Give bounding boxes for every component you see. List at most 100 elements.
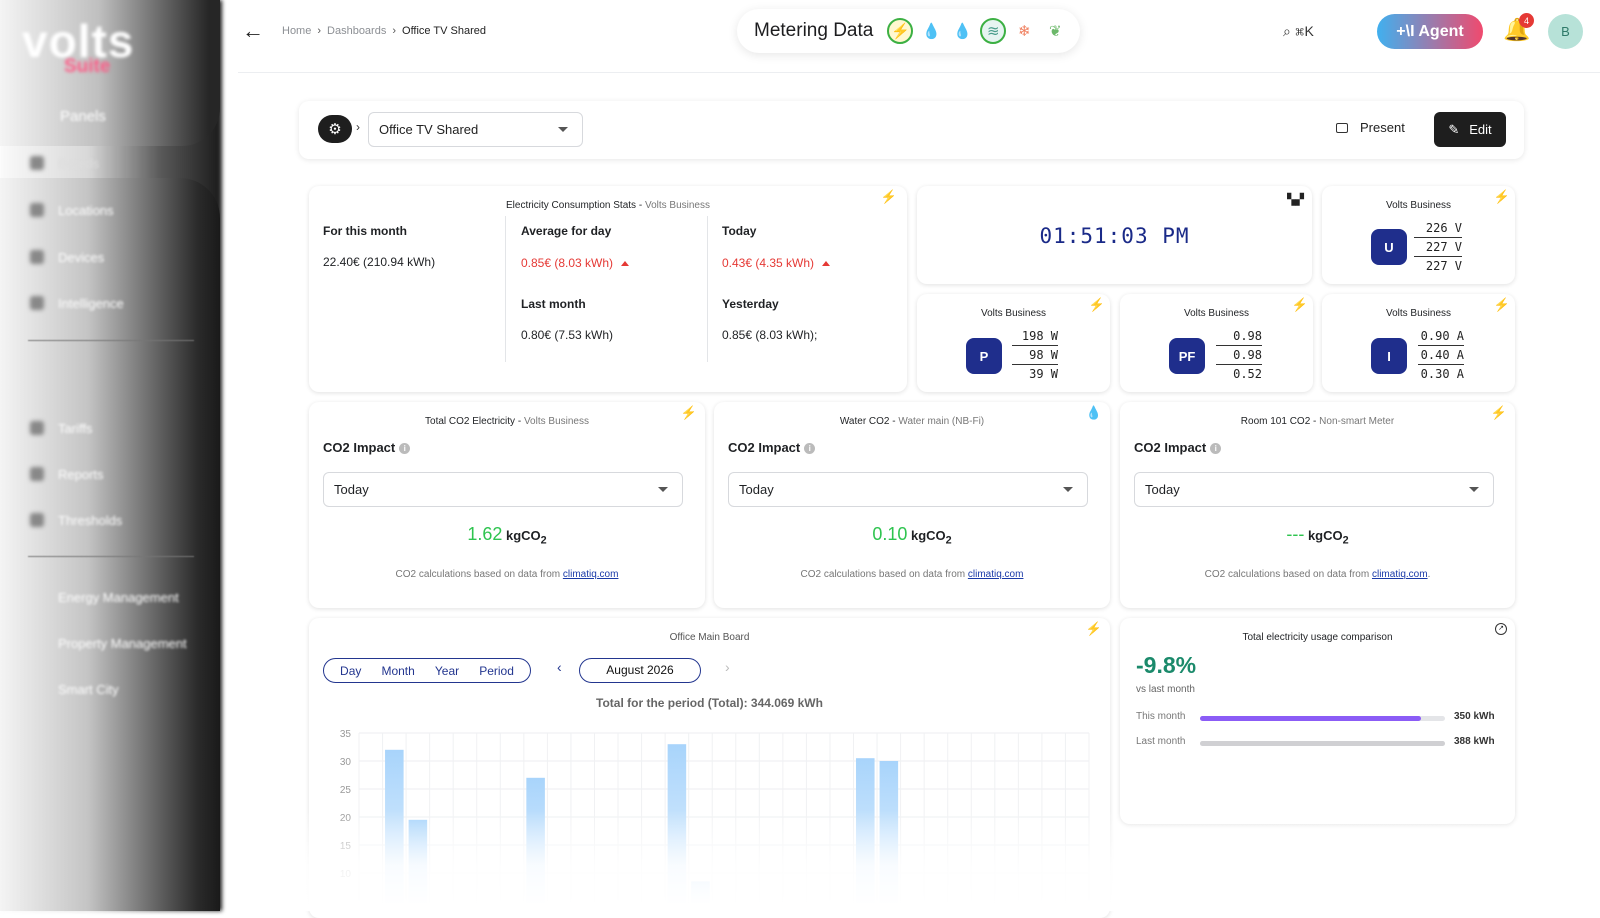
card-source: Volts Business	[1183, 308, 1250, 319]
co2-unit-sub: 2	[540, 534, 547, 547]
last-month-track	[1200, 741, 1445, 746]
usage-comparison-card: Total electricity usage comparison ↗ -9.…	[1120, 618, 1515, 824]
climatiq-link[interactable]: climatiq.com	[563, 569, 619, 580]
period-picker[interactable]: August 2026	[579, 658, 701, 683]
chart-bar	[385, 749, 404, 903]
chart-bar	[856, 758, 875, 903]
stat-label-month: For this month	[323, 224, 407, 238]
phase-value: 0.90 A	[1418, 327, 1464, 346]
info-icon[interactable]: i	[804, 443, 816, 455]
sidebar-item-energy-management[interactable]: Energy Management	[58, 590, 179, 605]
water-drop-icon[interactable]: 💧	[918, 18, 944, 44]
period-select[interactable]: Today	[1134, 472, 1494, 507]
heating-icon[interactable]: ≋	[980, 18, 1007, 44]
sidebar-item-thresholds[interactable]: Thresholds	[58, 513, 122, 528]
device-icon	[30, 250, 44, 264]
co2-room-card: Room 101 CO2 - Non-smart Meter ⚡ CO2 Imp…	[1120, 402, 1515, 608]
chart-bar	[691, 881, 710, 903]
card-title: Room 101 CO2 - Non-smart Meter	[1240, 416, 1395, 427]
co2-impact-text: CO2 Impact	[323, 440, 396, 455]
office-main-board-card: Office Main Board ⚡ Day Month Year Perio…	[309, 618, 1110, 918]
co2-impact-text: CO2 Impact	[1134, 440, 1207, 455]
sidebar-item-panels[interactable]: Panels	[60, 108, 106, 125]
phase-value: 0.40 A	[1418, 346, 1464, 365]
co2-number: 1.62	[467, 524, 503, 544]
back-arrow-icon[interactable]: ←	[242, 18, 264, 44]
avatar[interactable]: B	[1548, 14, 1583, 49]
tab-month[interactable]: Month	[381, 664, 414, 678]
stat-value-avg-day: 0.85€ (8.03 kWh)	[521, 256, 630, 270]
chart-bar	[879, 761, 899, 903]
tab-year[interactable]: Year	[435, 664, 459, 678]
sidebar-item-smart-city[interactable]: Smart City	[58, 682, 119, 697]
boards-icon	[30, 156, 44, 170]
card-source: Non-smart Meter	[1319, 416, 1395, 427]
card-source: Volts Business	[980, 308, 1047, 319]
phase-value: 0.98	[1216, 346, 1262, 365]
agent-button[interactable]: +\I Agent	[1377, 14, 1483, 49]
last-month-row: Last month	[1136, 736, 1185, 747]
co2-unit-sub: 2	[1342, 534, 1349, 547]
temperature-icon[interactable]: ❄	[1011, 18, 1037, 44]
sidebar-item-boards[interactable]: Boards	[58, 156, 99, 171]
co2-number: 0.10	[872, 524, 908, 544]
co2-note-text: CO2 calculations based on data from	[800, 569, 966, 580]
phase-value: 226 V	[1414, 219, 1462, 238]
power-factor-tile: PF	[1169, 338, 1205, 374]
app-logo-sub: Suite	[64, 56, 111, 77]
clock-time: 01:51:03 PM	[1039, 224, 1190, 248]
card-title-text: Water CO2	[839, 416, 890, 427]
dashboard-select[interactable]: Office TV Shared	[368, 112, 583, 147]
power-tile: P	[966, 338, 1002, 374]
eco-leaf-icon[interactable]: ❦	[1042, 18, 1068, 44]
info-icon[interactable]: i	[1210, 443, 1222, 455]
stat-label-last-month: Last month	[521, 297, 586, 311]
breadcrumb-dashboards[interactable]: Dashboards	[327, 25, 386, 37]
search-button[interactable]: ⌕ ⌘K	[1283, 23, 1314, 40]
tab-period[interactable]: Period	[479, 664, 514, 678]
sidebar-item-devices[interactable]: Devices	[58, 250, 104, 265]
sidebar-item-tariffs[interactable]: Tariffs	[58, 421, 92, 436]
present-button[interactable]: Present	[1336, 120, 1405, 135]
climatiq-link[interactable]: climatiq.com	[1372, 569, 1428, 580]
period-select[interactable]: Today	[728, 472, 1088, 507]
tab-day[interactable]: Day	[340, 664, 361, 678]
metering-title: Metering Data	[754, 20, 874, 41]
sidebar-item-reports[interactable]: Reports	[58, 467, 104, 482]
divider	[505, 216, 506, 362]
sidebar-divider	[28, 340, 194, 341]
stat-value-today: 0.43€ (4.35 kWh)	[722, 256, 831, 270]
gear-icon[interactable]: ⚙	[318, 115, 352, 143]
breadcrumb: Home › Dashboards › Office TV Shared	[282, 25, 486, 37]
this-month-row: This month	[1136, 711, 1185, 722]
info-icon[interactable]: i	[399, 443, 411, 455]
last-month-label: Last month	[1136, 736, 1186, 747]
card-title: Total electricity usage comparison	[1242, 632, 1393, 643]
climatiq-link[interactable]: climatiq.com	[968, 569, 1024, 580]
electricity-icon[interactable]: ⚡	[887, 18, 914, 44]
breadcrumb-home[interactable]: Home	[282, 25, 311, 37]
co2-unit: kgCO	[910, 528, 946, 543]
card-title: Water CO2 - Water main (NB-Fi)	[839, 416, 985, 427]
sidebar-item-property-management[interactable]: Property Management	[58, 636, 187, 651]
chevron-right-icon[interactable]: ›	[725, 659, 730, 675]
this-month-label: This month	[1136, 711, 1186, 722]
co2-note: CO2 calculations based on data from clim…	[309, 569, 705, 580]
co2-value: 1.62 kgCO2	[309, 524, 705, 547]
threshold-icon	[30, 513, 44, 527]
chevron-left-icon[interactable]: ‹	[557, 659, 562, 675]
stat-label-avg-day: Average for day	[521, 224, 612, 238]
edit-button[interactable]: ✎ Edit	[1434, 112, 1506, 147]
period-select[interactable]: Today	[323, 472, 683, 507]
co2-water-card: Water CO2 - Water main (NB-Fi) 💧 CO2 Imp…	[714, 402, 1110, 608]
phase-value: 0.98	[1216, 327, 1262, 346]
hot-water-icon[interactable]: 💧	[949, 18, 975, 44]
sidebar-item-locations[interactable]: Locations	[58, 203, 114, 218]
co2-value: --- kgCO2	[1120, 524, 1515, 547]
phase-value: 198 W	[1012, 327, 1058, 346]
power-factor-values: 0.98 0.98 0.52	[1216, 327, 1262, 384]
card-title-text: Room 101 CO2	[1240, 416, 1311, 427]
sidebar-item-intelligence[interactable]: Intelligence	[58, 296, 124, 311]
chevron-right-icon: ›	[392, 25, 397, 37]
phase-value: 0.52	[1233, 367, 1262, 381]
